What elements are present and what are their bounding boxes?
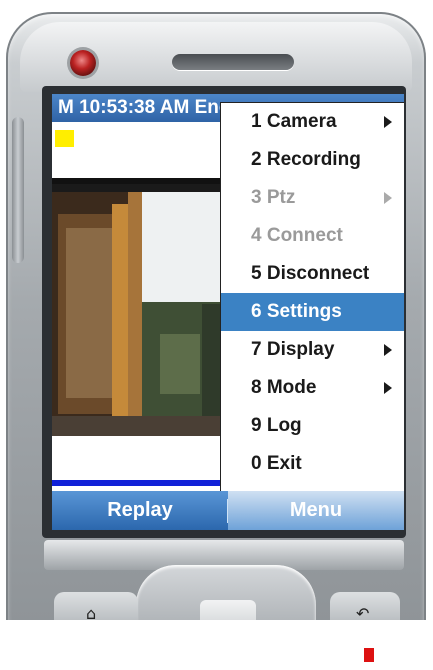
softkey-bar: Replay Menu	[52, 491, 404, 530]
menu-item-exit[interactable]: 0 Exit	[221, 445, 404, 483]
context-menu: 1 Camera 2 Recording 3 Ptz 4 Connect 5 D…	[220, 102, 404, 494]
status-indicator	[55, 130, 74, 147]
menu-item-display[interactable]: 7 Display	[221, 331, 404, 369]
menu-item-label: 7 Display	[251, 339, 335, 360]
menu-softkey[interactable]: Menu	[228, 491, 404, 530]
menu-item-label: 8 Mode	[251, 377, 317, 398]
submenu-arrow-icon	[384, 116, 392, 128]
submenu-arrow-icon	[384, 344, 392, 356]
torn-paper-edge	[0, 620, 433, 670]
submenu-arrow-icon	[384, 192, 392, 204]
menu-item-label: 5 Disconnect	[251, 263, 370, 284]
menu-item-settings[interactable]: 6 Settings	[221, 293, 404, 331]
menu-item-label: 2 Recording	[251, 149, 361, 170]
menu-item-label: 0 Exit	[251, 453, 302, 474]
front-camera-icon	[70, 50, 96, 76]
menu-item-ptz[interactable]: 3 Ptz	[221, 179, 404, 217]
menu-item-label: 3 Ptz	[251, 187, 296, 208]
timeline-bar	[52, 480, 220, 486]
side-button[interactable]	[12, 117, 24, 263]
menu-item-camera[interactable]: 1 Camera	[221, 103, 404, 141]
camera-video-feed[interactable]	[52, 178, 224, 436]
speaker-grille	[172, 54, 294, 70]
menu-item-mode[interactable]: 8 Mode	[221, 369, 404, 407]
menu-item-log[interactable]: 9 Log	[221, 407, 404, 445]
menu-item-connect[interactable]: 4 Connect	[221, 217, 404, 255]
submenu-arrow-icon	[384, 382, 392, 394]
video-frame	[52, 184, 224, 436]
menu-item-label: 9 Log	[251, 415, 302, 436]
menu-item-label: 4 Connect	[251, 225, 343, 246]
menu-item-disconnect[interactable]: 5 Disconnect	[221, 255, 404, 293]
menu-item-label: 1 Camera	[251, 111, 337, 132]
replay-softkey[interactable]: Replay	[52, 491, 228, 530]
phone-screen: M 10:53:38 AM Encore 1 Camera 2 Recordin…	[52, 94, 404, 530]
red-marker	[364, 648, 374, 662]
menu-item-label: 6 Settings	[251, 301, 342, 322]
menu-item-recording[interactable]: 2 Recording	[221, 141, 404, 179]
